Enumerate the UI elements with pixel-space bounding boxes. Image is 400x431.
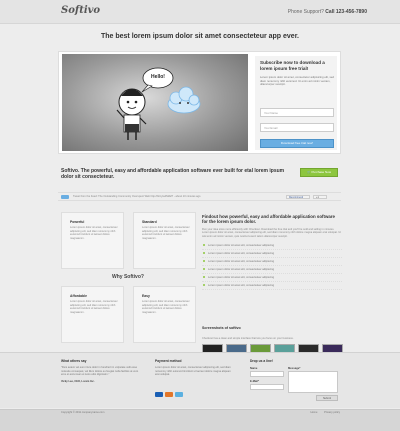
feature-card: Easy Lorem ipsum dolor sit amet, consect… xyxy=(133,286,196,343)
plus-one-button[interactable]: +1 xyxy=(313,195,327,199)
name-label: Name xyxy=(250,367,258,370)
phone-support: Phone Support? Call 123-456-7890 xyxy=(288,9,367,15)
email-label: E-Mail* xyxy=(250,380,259,383)
hero-panel: Hello! Subscribe now to download a lorem… xyxy=(58,51,341,154)
logo[interactable]: Softivo xyxy=(61,5,100,16)
intro-text: Softivo. The powerful, easy and affordab… xyxy=(61,168,285,181)
feature-text: Lorem ipsum dolor sit amet, consectetuer… xyxy=(142,226,190,240)
payment-title: Payment method xyxy=(155,359,182,363)
hero-illustration: Hello! xyxy=(62,54,248,151)
bullet-icon xyxy=(203,244,205,247)
share-bar: Tweet from the Feed: The Outstanding Com… xyxy=(58,192,341,201)
footer-link-home[interactable]: Home xyxy=(310,411,317,414)
bullet-icon xyxy=(203,260,205,263)
purchase-button[interactable]: 🛒 Purchase Now xyxy=(300,168,338,177)
testimonial-author: Vicky Lee, CEO, Lorem Inc. xyxy=(61,379,95,383)
cart-icon: 🛒 xyxy=(306,170,311,174)
footer-links: Home Privacy policy xyxy=(304,411,340,414)
support-phone[interactable]: Call 123-456-7890 xyxy=(325,9,367,15)
feature-list: Lorem ipsum dolor sit amet elit, consect… xyxy=(202,242,342,290)
testimonial-column: What others say "Duis autem vel eum iriu… xyxy=(61,359,139,383)
feature-title: Powerful xyxy=(70,220,85,224)
why-heading: Why Softivo? xyxy=(112,274,144,280)
feature-text: Lorem ipsum dolor sit amet, consectetuer… xyxy=(142,300,190,314)
subscribe-text: Lorem ipsum dolor sit amet, consectetur … xyxy=(260,75,334,87)
details-text: Run your idea store more efficiently wit… xyxy=(202,227,341,238)
footer-link-privacy[interactable]: Privacy policy xyxy=(324,411,340,414)
contact-message-input[interactable] xyxy=(288,371,338,393)
purchase-label: Purchase Now xyxy=(311,170,332,174)
contact-name-input[interactable] xyxy=(250,371,284,377)
details-title: Findout how powerful, easy and affordabl… xyxy=(202,214,335,225)
mastercard-icon xyxy=(165,392,173,397)
payment-column: Payment method Lorem ipsum dolor sit ame… xyxy=(155,359,235,397)
screenshots-title: Screenshots of softivo xyxy=(202,326,241,330)
speech-bubble xyxy=(141,67,174,93)
feature-card: Standard Lorem ipsum dolor sit amet, con… xyxy=(133,212,196,269)
bullet-icon xyxy=(203,276,205,279)
list-item: Lorem ipsum dolor sit amet elit, consect… xyxy=(202,250,342,258)
testimonial-title: What others say xyxy=(61,359,87,363)
details-column: Findout how powerful, easy and affordabl… xyxy=(202,214,342,290)
bullet-icon xyxy=(203,252,205,255)
payment-text: Lorem ipsum dolor sit amet, consectetuer… xyxy=(155,366,231,377)
contact-email-input[interactable] xyxy=(250,384,284,390)
footer: What others say "Duis autem vel eum iriu… xyxy=(0,352,400,408)
screenshots-text: Checkout has a clean and simple interfac… xyxy=(202,337,294,340)
mascot-character xyxy=(116,88,147,140)
bullet-icon xyxy=(203,268,205,271)
support-prefix: Phone Support? xyxy=(287,9,324,15)
contact-column: Drop us a line! xyxy=(250,359,340,363)
amex-icon xyxy=(175,392,183,397)
download-trial-button[interactable]: Download free trial now! xyxy=(260,139,334,148)
bullet-icon xyxy=(203,284,205,287)
subscribe-title: Subscribe now to download a lorem ipsum … xyxy=(260,60,325,71)
feature-card: Powerful Lorem ipsum dolor sit amet, con… xyxy=(61,212,124,269)
feature-text: Lorem ipsum dolor sit amet, consectetuer… xyxy=(70,300,118,314)
twitter-status: Tweet from the Feed: The Outstanding Com… xyxy=(73,195,201,198)
email-input[interactable]: Your Email xyxy=(260,123,334,132)
contact-title: Drop us a line! xyxy=(250,359,273,363)
list-item: Lorem ipsum dolor sit amet elit, consect… xyxy=(202,242,342,250)
submit-button[interactable]: Submit xyxy=(316,395,338,401)
speech-bubble-text: Hello! xyxy=(151,74,165,80)
feature-card: Affordable Lorem ipsum dolor sit amet, c… xyxy=(61,286,124,343)
feature-title: Standard xyxy=(142,220,157,224)
twitter-icon[interactable] xyxy=(61,195,69,199)
bottom-bar xyxy=(0,409,400,431)
subscribe-form: Subscribe now to download a lorem ipsum … xyxy=(255,56,337,150)
feature-title: Affordable xyxy=(70,294,87,298)
testimonial-quote: "Duis autem vel eum iriure dolor in hend… xyxy=(61,366,139,377)
list-item: Lorem ipsum dolor sit amet elit, consect… xyxy=(202,258,342,266)
feature-title: Easy xyxy=(142,294,150,298)
hero-mascot-graphic xyxy=(116,67,201,140)
recommend-button[interactable]: Recommend xyxy=(286,195,310,199)
list-item: Lorem ipsum dolor sit amet elit, consect… xyxy=(202,266,342,274)
copyright: Copyright © 2011 companyname.com xyxy=(61,411,105,414)
page-tagline: The best lorem ipsum dolor sit amet cons… xyxy=(100,33,299,40)
name-input[interactable]: Your Name xyxy=(260,108,334,117)
feature-text: Lorem ipsum dolor sit amet, consectetuer… xyxy=(70,226,118,240)
visa-icon xyxy=(155,392,163,397)
list-item: Lorem ipsum dolor sit amet elit, consect… xyxy=(202,274,342,282)
payment-cards xyxy=(155,392,183,397)
cloud-character xyxy=(167,86,201,114)
message-label: Message* xyxy=(288,367,301,370)
list-item: Lorem ipsum dolor sit amet elit, consect… xyxy=(202,282,342,290)
